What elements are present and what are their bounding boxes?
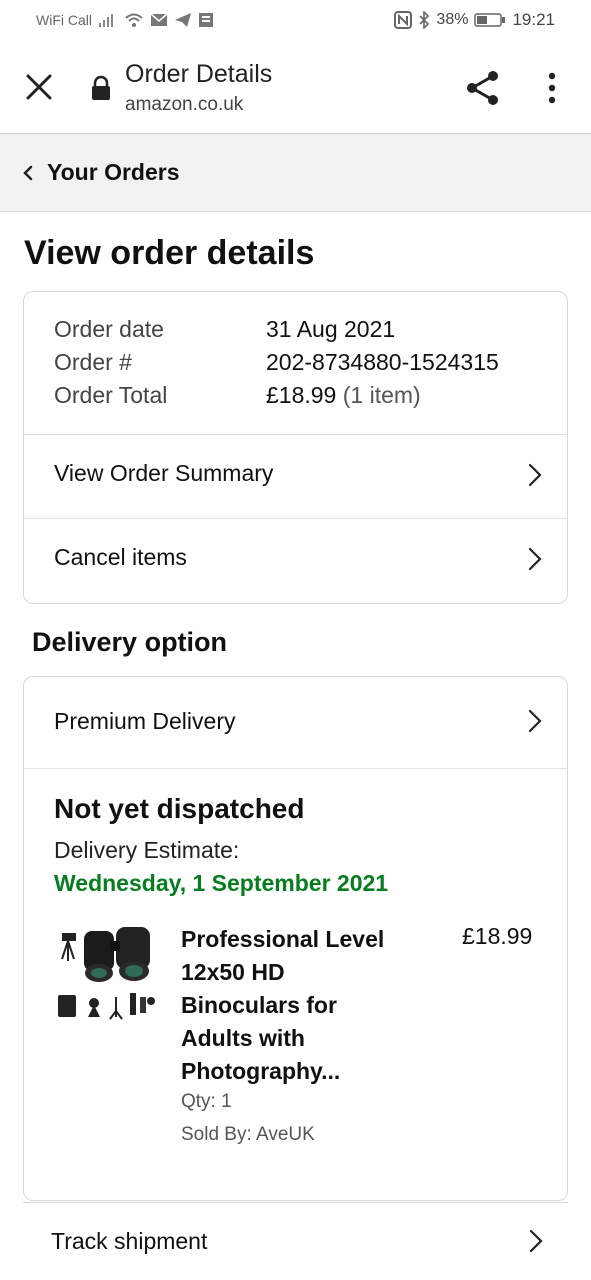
shipment-status: Not yet dispatched (54, 793, 305, 824)
order-date-value: 31 Aug 2021 (266, 316, 396, 342)
chevron-right-icon (528, 547, 542, 571)
track-shipment-link[interactable]: Track shipment (23, 1202, 568, 1280)
share-icon[interactable] (463, 68, 503, 108)
chevron-right-icon (528, 709, 542, 733)
product-image[interactable] (54, 921, 160, 1027)
delivery-option-label: Premium Delivery (54, 708, 236, 734)
battery-percent: 38% (436, 11, 469, 28)
order-total-amount: £18.99 (266, 382, 337, 408)
product-price: £18.99 (462, 923, 533, 949)
view-order-summary-label: View Order Summary (54, 460, 274, 486)
browser-toolbar: Order Details amazon.co.uk (0, 40, 591, 134)
product-title-link[interactable]: Professional Level 12x50 HD Binoculars f… (181, 923, 421, 1088)
browser-page-title: Order Details (125, 60, 273, 88)
your-orders-label: Your Orders (47, 159, 180, 185)
battery-icon (474, 13, 506, 27)
track-shipment-label: Track shipment (51, 1228, 208, 1254)
divider (24, 768, 567, 769)
order-number-label: Order # (54, 349, 132, 375)
delivery-card: Premium Delivery Not yet dispatched Deli… (23, 676, 568, 1201)
delivery-estimate-date: Wednesday, 1 September 2021 (54, 870, 389, 896)
telegram-icon (175, 13, 191, 27)
system-status-bar: WiFi Call 38% 19:21 (0, 0, 591, 40)
more-vert-icon[interactable] (540, 68, 564, 108)
wifi-icon (125, 13, 143, 27)
chevron-left-icon (23, 165, 33, 181)
product-seller: Sold By: AveUK (181, 1124, 315, 1145)
clock: 19:21 (512, 10, 555, 29)
order-total-label: Order Total (54, 382, 168, 408)
signal-icon (99, 14, 113, 27)
cancel-items-label: Cancel items (54, 544, 187, 570)
product-title-line: Professional Level (181, 926, 385, 952)
delivery-option-link[interactable]: Premium Delivery (24, 677, 567, 768)
order-item-count: (1 item) (342, 382, 421, 408)
browser-url[interactable]: amazon.co.uk (125, 94, 243, 116)
product-quantity: Qty: 1 (181, 1091, 232, 1112)
lock-icon (92, 75, 110, 100)
delivery-section-title: Delivery option (32, 627, 228, 657)
close-icon[interactable] (22, 70, 56, 104)
mail-icon (150, 13, 168, 26)
page-title: View order details (24, 234, 315, 272)
product-title-line: Photography... (181, 1058, 341, 1084)
news-icon (199, 13, 213, 27)
view-order-summary-link[interactable]: View Order Summary (24, 435, 567, 518)
chevron-right-icon (529, 1229, 543, 1253)
product-title-line: 12x50 HD (181, 959, 285, 985)
cancel-items-link[interactable]: Cancel items (24, 519, 567, 603)
product-title-line: Binoculars for (181, 992, 337, 1018)
carrier-label: WiFi Call (36, 12, 92, 28)
chevron-right-icon (528, 463, 542, 487)
order-date-label: Order date (54, 316, 164, 342)
nfc-icon (394, 11, 413, 29)
order-info-card: Order date 31 Aug 2021 Order # 202-87348… (23, 291, 568, 604)
delivery-estimate-label: Delivery Estimate: (54, 837, 240, 863)
order-total-value: £18.99 (1 item) (266, 382, 421, 409)
status-left: WiFi Call (36, 12, 214, 28)
status-right: 38% 19:21 (394, 10, 555, 30)
your-orders-link[interactable]: Your Orders (0, 135, 591, 212)
product-title-line: Adults with (181, 1025, 305, 1051)
bluetooth-icon (419, 11, 430, 29)
order-number-value: 202-8734880-1524315 (266, 349, 499, 375)
